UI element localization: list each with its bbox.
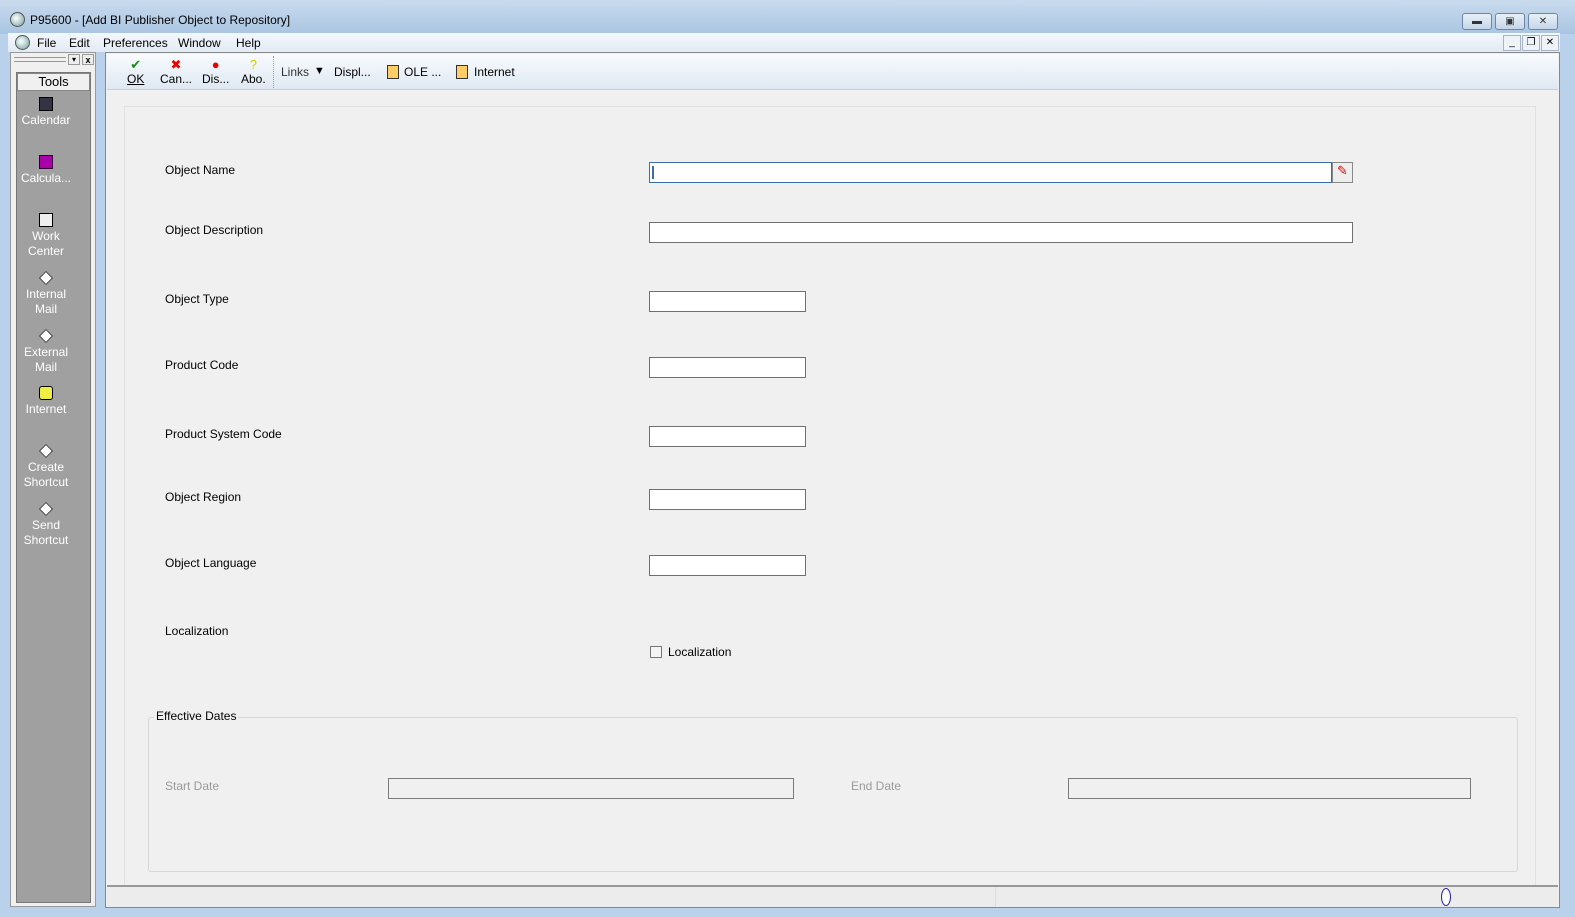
panel-dropdown-button[interactable]: ▾	[68, 54, 80, 65]
mail-icon	[39, 271, 53, 285]
menu-preferences[interactable]: Preferences	[103, 36, 168, 50]
object-type-label: Object Type	[165, 292, 229, 306]
object-description-input[interactable]	[649, 222, 1353, 243]
localization-checkbox[interactable]	[650, 646, 662, 658]
tool-label: Internal Mail	[25, 287, 67, 316]
tool-work-center[interactable]: Work Center	[16, 213, 76, 259]
tool-external-mail[interactable]: External Mail	[16, 329, 76, 375]
about-label: Abo.	[241, 72, 266, 86]
product-code-input[interactable]	[649, 357, 806, 378]
mail-icon	[39, 329, 53, 343]
product-system-code-label: Product System Code	[165, 427, 282, 441]
effective-dates-label: Effective Dates	[154, 709, 239, 723]
app-globe-icon	[10, 12, 25, 27]
maximize-button[interactable]: ▣	[1495, 13, 1525, 30]
tool-label: Work Center	[27, 229, 65, 258]
cancel-button[interactable]: ✖ Can...	[160, 57, 193, 87]
menu-help[interactable]: Help	[236, 36, 261, 50]
mdi-restore-button[interactable]: ❐	[1522, 35, 1540, 51]
tool-send-shortcut[interactable]: Send Shortcut	[16, 502, 76, 548]
document-icon	[456, 65, 468, 79]
tool-label: External Mail	[23, 345, 69, 374]
flashlight-icon: ✎	[1337, 163, 1348, 178]
displ-link[interactable]: Displ...	[334, 65, 371, 79]
end-date-label: End Date	[851, 779, 902, 793]
cancel-label: Can...	[160, 72, 193, 86]
start-date-label: Start Date	[165, 779, 220, 793]
display-button[interactable]: ● Dis...	[202, 57, 230, 87]
links-menu[interactable]: Links	[281, 65, 309, 79]
menu-globe-icon[interactable]	[15, 35, 30, 50]
localization-checkbox-label[interactable]: Localization	[668, 645, 731, 659]
help-cursor-icon: ?	[249, 57, 257, 72]
visual-assist-button[interactable]: ✎	[1332, 162, 1353, 183]
tool-calendar[interactable]: Calendar	[16, 97, 76, 128]
start-date-input[interactable]	[388, 778, 794, 799]
ok-label: OK	[127, 72, 145, 86]
calendar-icon	[39, 97, 53, 111]
object-language-label: Object Language	[165, 556, 257, 570]
check-icon: ✔	[130, 57, 142, 72]
product-system-code-input[interactable]	[649, 426, 806, 447]
tool-calculator[interactable]: Calcula...	[16, 155, 76, 186]
shortcut-icon	[39, 502, 53, 516]
tool-label: Send Shortcut	[23, 518, 69, 547]
work-center-icon	[39, 213, 53, 227]
tool-internet[interactable]: Internet	[16, 386, 76, 417]
object-type-input[interactable]	[649, 291, 806, 312]
product-code-label: Product Code	[165, 358, 239, 372]
phone-icon	[39, 386, 53, 400]
object-region-input[interactable]	[649, 489, 806, 510]
status-globe-icon	[1441, 888, 1451, 906]
display-label: Dis...	[202, 72, 230, 86]
shortcut-icon	[39, 444, 53, 458]
internet-link[interactable]: Internet	[474, 65, 515, 79]
tools-header: Tools	[17, 73, 90, 91]
mdi-close-button[interactable]: ✕	[1541, 35, 1559, 51]
tool-label: Calendar	[21, 113, 71, 127]
minimize-button[interactable]: ▬	[1462, 13, 1492, 30]
status-bar	[107, 885, 1558, 907]
localization-label: Localization	[165, 624, 229, 638]
status-divider	[995, 887, 996, 907]
object-description-label: Object Description	[165, 223, 264, 237]
panel-grip[interactable]	[14, 57, 66, 62]
tool-label: Calcula...	[20, 171, 72, 185]
toolbar-separator	[273, 56, 274, 88]
display-icon: ●	[211, 57, 220, 72]
mdi-minimize-button[interactable]: _	[1503, 35, 1521, 51]
tool-label: Internet	[25, 402, 67, 416]
panel-close-button[interactable]: x	[82, 54, 94, 65]
tool-label: Create Shortcut	[23, 460, 69, 489]
close-button[interactable]: ✕	[1528, 13, 1558, 30]
x-icon: ✖	[170, 57, 182, 72]
object-region-label: Object Region	[165, 490, 242, 504]
end-date-input[interactable]	[1068, 778, 1471, 799]
menu-window[interactable]: Window	[178, 36, 221, 50]
menu-edit[interactable]: Edit	[69, 36, 90, 50]
ok-button[interactable]: ✔ OK	[127, 57, 145, 87]
menu-file[interactable]: File	[37, 36, 56, 50]
object-name-input[interactable]	[649, 162, 1332, 183]
object-name-label: Object Name	[165, 163, 236, 177]
object-language-input[interactable]	[649, 555, 806, 576]
calculator-icon	[39, 155, 53, 169]
tool-create-shortcut[interactable]: Create Shortcut	[16, 444, 76, 490]
about-button[interactable]: ? Abo.	[241, 57, 266, 87]
ole-link[interactable]: OLE ...	[404, 65, 441, 79]
links-dropdown-icon[interactable]: ▼	[314, 65, 325, 77]
window-title: P95600 - [Add BI Publisher Object to Rep…	[30, 13, 291, 27]
document-icon	[387, 65, 399, 79]
tool-internal-mail[interactable]: Internal Mail	[16, 271, 76, 317]
